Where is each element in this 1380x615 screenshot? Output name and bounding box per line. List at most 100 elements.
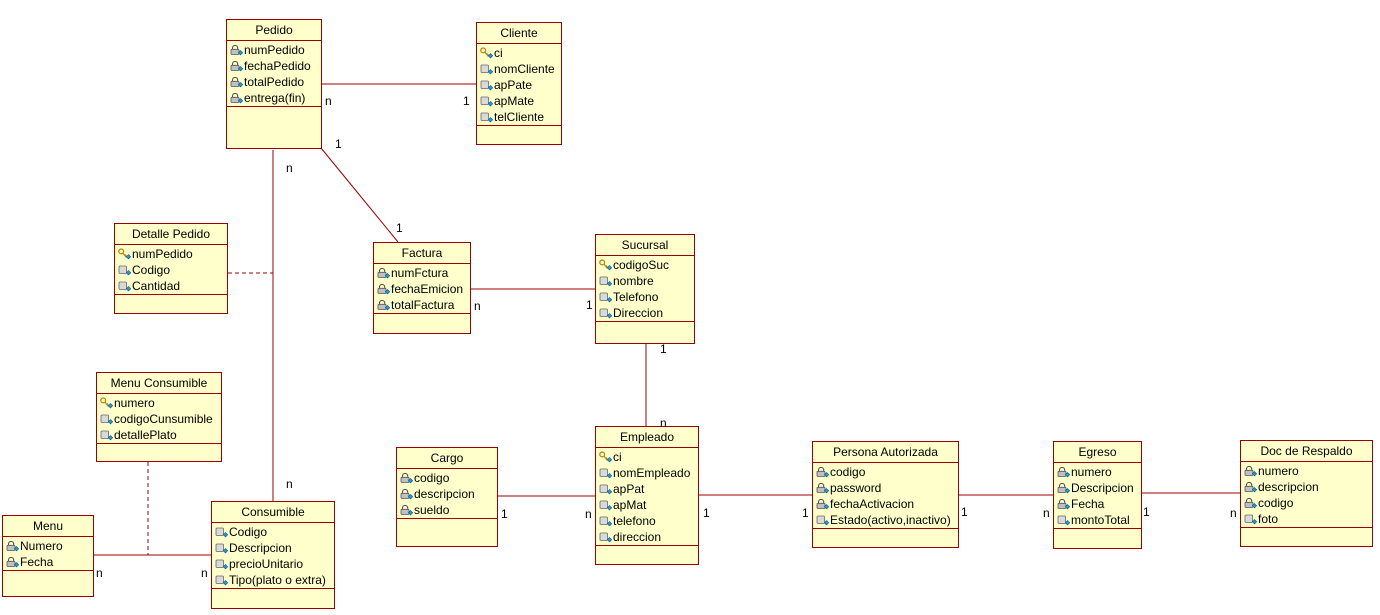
key-attribute-icon bbox=[599, 450, 613, 464]
class-empleado[interactable]: Empleado ci nomEmpleado apPat apMat telefono d… bbox=[595, 426, 699, 565]
class-attribute[interactable]: numero bbox=[1054, 464, 1141, 480]
class-attribute[interactable]: ci bbox=[596, 449, 698, 465]
class-attribute[interactable]: apPat bbox=[596, 481, 698, 497]
lock-attribute-icon bbox=[230, 43, 244, 57]
class-attribute[interactable]: totalFactura bbox=[374, 297, 470, 313]
attribute-name: Telefono bbox=[613, 290, 659, 304]
class-title: Menu Consumible bbox=[97, 373, 221, 394]
operation-compartment bbox=[374, 314, 470, 324]
class-detalle-pedido[interactable]: Detalle Pedido numPedido Codigo Cantidad bbox=[114, 223, 228, 314]
class-attribute[interactable]: sueldo bbox=[397, 502, 497, 518]
class-egreso[interactable]: Egreso numero Descripcion Fecha montoTotal bbox=[1053, 441, 1142, 549]
class-attribute[interactable]: Numero bbox=[3, 538, 93, 554]
class-attribute[interactable]: foto bbox=[1241, 511, 1372, 527]
class-attribute[interactable]: nomCliente bbox=[477, 61, 561, 77]
attribute-name: codigoSuc bbox=[613, 258, 670, 272]
lock-attribute-icon bbox=[377, 298, 391, 312]
class-menu[interactable]: Menu Numero Fecha bbox=[2, 515, 94, 597]
class-attribute[interactable]: numPedido bbox=[115, 246, 227, 262]
class-attribute[interactable]: numFctura bbox=[374, 265, 470, 281]
class-cargo[interactable]: Cargo codigo descripcion sueldo bbox=[396, 447, 498, 547]
class-attribute[interactable]: fechaPedido bbox=[227, 58, 321, 74]
class-attribute[interactable]: ci bbox=[477, 45, 561, 61]
class-factura[interactable]: Factura numFctura fechaEmicion totalFactura bbox=[373, 242, 471, 334]
class-attribute[interactable]: precioUnitario bbox=[212, 556, 334, 572]
class-attribute[interactable]: fechaActivacion bbox=[813, 496, 958, 512]
multiplicity-pedido-cliente-from: n bbox=[325, 94, 332, 108]
class-attribute[interactable]: detallePlato bbox=[97, 427, 221, 443]
attribute-name: sueldo bbox=[414, 503, 450, 517]
class-attribute[interactable]: numPedido bbox=[227, 42, 321, 58]
class-attribute[interactable]: nombre bbox=[596, 273, 694, 289]
class-attribute[interactable]: telefono bbox=[596, 513, 698, 529]
class-attribute[interactable]: totalPedido bbox=[227, 74, 321, 90]
operation-compartment bbox=[227, 107, 321, 117]
class-attribute[interactable]: Tipo(plato o extra) bbox=[212, 572, 334, 588]
attribute-name: entrega(fin) bbox=[244, 91, 306, 105]
attribute-icon bbox=[215, 525, 229, 539]
class-attribute[interactable]: Fecha bbox=[3, 554, 93, 570]
attribute-name: ci bbox=[613, 450, 622, 464]
class-attribute[interactable]: nomEmpleado bbox=[596, 465, 698, 481]
attribute-icon bbox=[215, 557, 229, 571]
attribute-name: codigo bbox=[414, 471, 450, 485]
class-attribute[interactable]: descripcion bbox=[397, 486, 497, 502]
attribute-name: numFctura bbox=[391, 266, 449, 280]
class-attribute[interactable]: montoTotal bbox=[1054, 512, 1141, 528]
operation-compartment bbox=[1054, 529, 1141, 539]
association-pedido-factura[interactable] bbox=[320, 147, 399, 243]
class-attribute[interactable]: numero bbox=[97, 395, 221, 411]
attribute-name: codigoCunsumible bbox=[114, 412, 213, 426]
multiplicity-empleado-persona-to: 1 bbox=[802, 506, 809, 520]
class-attribute[interactable]: apPate bbox=[477, 77, 561, 93]
attribute-name: precioUnitario bbox=[229, 557, 304, 571]
attribute-icon bbox=[599, 466, 613, 480]
class-attribute[interactable]: descripcion bbox=[1241, 479, 1372, 495]
class-attribute[interactable]: password bbox=[813, 480, 958, 496]
class-attribute[interactable]: fechaEmicion bbox=[374, 281, 470, 297]
operation-compartment bbox=[115, 295, 227, 305]
class-attribute[interactable]: Telefono bbox=[596, 289, 694, 305]
attribute-name: Tipo(plato o extra) bbox=[229, 573, 326, 587]
class-attribute[interactable]: Cantidad bbox=[115, 278, 227, 294]
class-attribute[interactable]: Descripcion bbox=[1054, 480, 1141, 496]
class-attribute[interactable]: codigoSuc bbox=[596, 257, 694, 273]
attribute-icon bbox=[1244, 512, 1258, 526]
class-consumible[interactable]: Consumible Codigo Descripcion precioUnitari… bbox=[211, 501, 335, 609]
class-cliente[interactable]: Cliente ci nomCliente apPate apMate telClient… bbox=[476, 22, 562, 145]
class-attribute[interactable]: Descripcion bbox=[212, 540, 334, 556]
class-attribute[interactable]: Codigo bbox=[212, 524, 334, 540]
class-attribute[interactable]: Codigo bbox=[115, 262, 227, 278]
lock-attribute-icon bbox=[6, 555, 20, 569]
class-pedido[interactable]: Pedido numPedido fechaPedido totalPedido ent… bbox=[226, 19, 322, 149]
class-attribute[interactable]: apMat bbox=[596, 497, 698, 513]
class-attribute[interactable]: numero bbox=[1241, 463, 1372, 479]
lock-attribute-icon bbox=[400, 487, 414, 501]
lock-attribute-icon bbox=[230, 91, 244, 105]
class-doc-respaldo[interactable]: Doc de Respaldo numero descripcion codigo fo… bbox=[1240, 440, 1373, 547]
class-title: Factura bbox=[374, 243, 470, 264]
class-sucursal[interactable]: Sucursal codigoSuc nombre Telefono Direccion bbox=[595, 234, 695, 344]
class-attribute[interactable]: codigoCunsumible bbox=[97, 411, 221, 427]
attribute-name: telCliente bbox=[494, 110, 545, 124]
class-attribute[interactable]: apMate bbox=[477, 93, 561, 109]
class-attribute[interactable]: direccion bbox=[596, 529, 698, 545]
lock-attribute-icon bbox=[1244, 480, 1258, 494]
attribute-icon bbox=[215, 541, 229, 555]
class-attribute[interactable]: entrega(fin) bbox=[227, 90, 321, 106]
class-attribute[interactable]: telCliente bbox=[477, 109, 561, 125]
class-attribute[interactable]: codigo bbox=[813, 464, 958, 480]
class-title: Persona Autorizada bbox=[813, 442, 958, 463]
class-menu-consumible[interactable]: Menu Consumible numero codigoCunsumible det… bbox=[96, 372, 222, 462]
class-attribute[interactable]: Estado(activo,inactivo) bbox=[813, 512, 958, 528]
class-attribute[interactable]: Fecha bbox=[1054, 496, 1141, 512]
attribute-compartment: codigo password fechaActivacion Estado(acti… bbox=[813, 463, 958, 529]
class-title: Cliente bbox=[477, 23, 561, 44]
key-attribute-icon bbox=[480, 46, 494, 60]
class-persona-autorizada[interactable]: Persona Autorizada codigo password fechaAct… bbox=[812, 441, 959, 548]
class-attribute[interactable]: codigo bbox=[1241, 495, 1372, 511]
class-attribute[interactable]: Direccion bbox=[596, 305, 694, 321]
class-attribute[interactable]: codigo bbox=[397, 470, 497, 486]
attribute-icon bbox=[599, 498, 613, 512]
attribute-name: fechaActivacion bbox=[830, 497, 915, 511]
